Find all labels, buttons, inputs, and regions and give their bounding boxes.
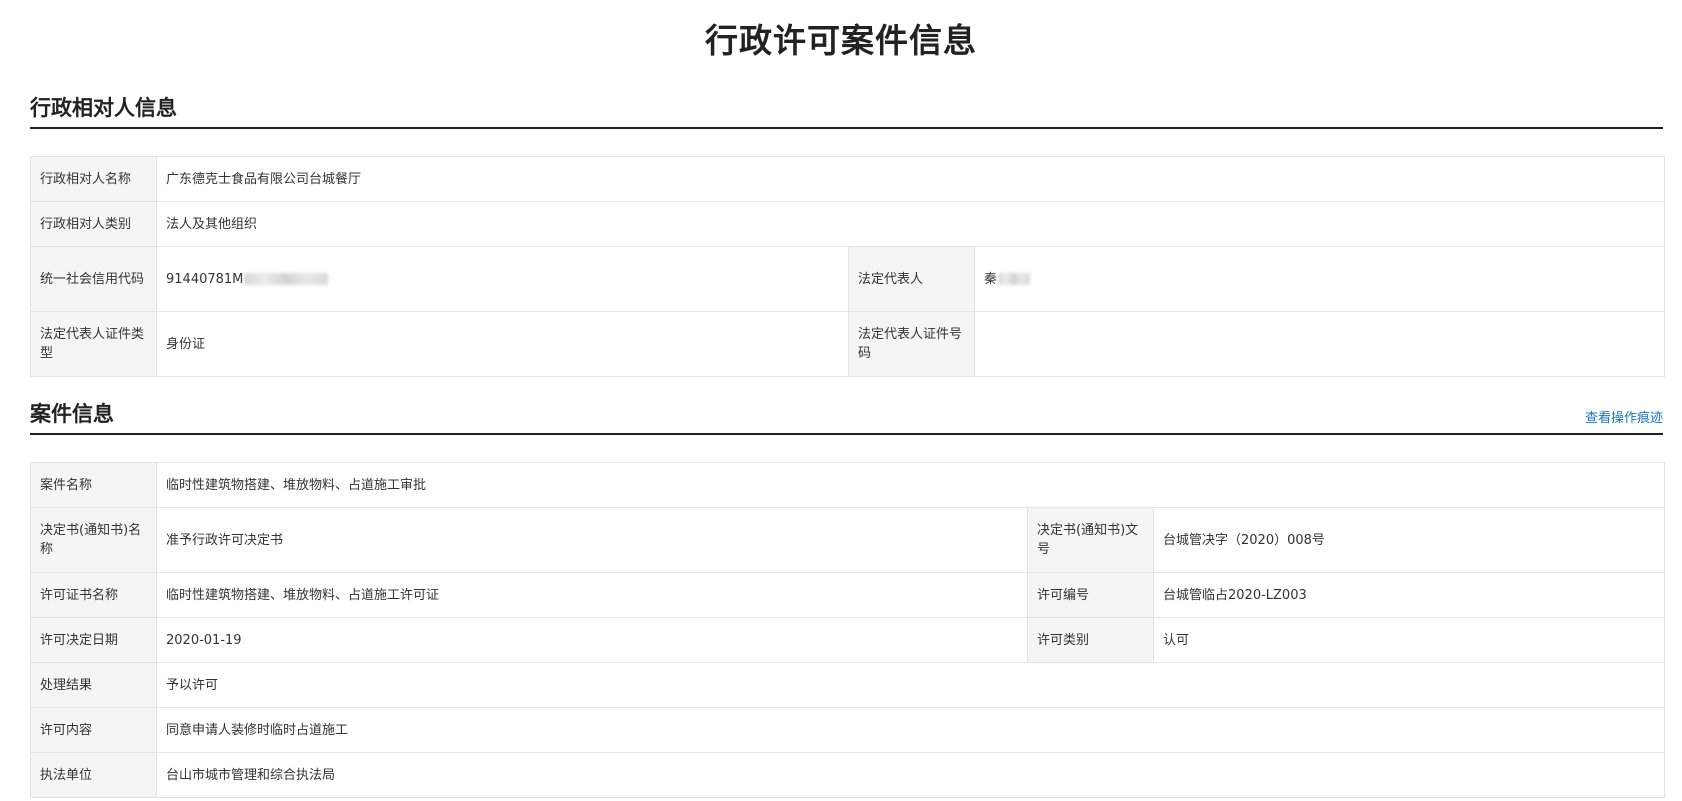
party-section-header: 行政相对人信息 xyxy=(30,95,1663,129)
decision-date-label: 许可决定日期 xyxy=(30,617,157,663)
credit-code-value: 91440781M xyxy=(166,271,244,287)
party-name-value: 广东德克士食品有限公司台城餐厅 xyxy=(155,156,1666,202)
table-row: 行政相对人名称 广东德克士食品有限公司台城餐厅 xyxy=(30,156,1666,202)
case-section-title: 案件信息 xyxy=(30,402,114,426)
decision-date-value: 2020-01-19 xyxy=(156,617,1028,663)
party-category-value: 法人及其他组织 xyxy=(155,201,1666,247)
party-name-label: 行政相对人名称 xyxy=(30,156,157,202)
result-label: 处理结果 xyxy=(30,662,157,708)
decision-name-label: 决定书(通知书)名称 xyxy=(30,507,157,573)
enforcement-unit-value: 台山市城市管理和综合执法局 xyxy=(155,752,1666,798)
case-info-table: 案件名称 临时性建筑物搭建、堆放物料、占道施工审批 决定书(通知书)名称 准予行… xyxy=(30,462,1666,798)
party-info-table: 行政相对人名称 广东德克士食品有限公司台城餐厅 行政相对人类别 法人及其他组织 … xyxy=(30,156,1666,377)
decision-name-value: 准予行政许可决定书 xyxy=(156,507,1028,573)
id-number-value xyxy=(973,311,1666,377)
id-number-label: 法定代表人证件号码 xyxy=(848,311,975,377)
table-row: 案件名称 临时性建筑物搭建、堆放物料、占道施工审批 xyxy=(30,462,1666,508)
license-content-value: 同意申请人装修时临时占道施工 xyxy=(155,707,1666,753)
result-value: 予以许可 xyxy=(155,662,1666,708)
license-number-label: 许可编号 xyxy=(1027,572,1154,618)
table-row: 执法单位 台山市城市管理和综合执法局 xyxy=(30,752,1666,798)
license-name-label: 许可证书名称 xyxy=(30,572,157,618)
license-type-value: 认可 xyxy=(1152,617,1666,663)
table-row: 许可证书名称 临时性建筑物搭建、堆放物料、占道施工许可证 许可编号 台城管临占2… xyxy=(30,572,1666,618)
legal-rep-value: 秦 xyxy=(984,271,998,287)
page: 行政许可案件信息 行政相对人信息 行政相对人名称 广东德克士食品有限公司台城餐厅… xyxy=(0,0,1682,801)
table-row: 法定代表人证件类型 身份证 法定代表人证件号码 xyxy=(30,311,1666,377)
license-type-label: 许可类别 xyxy=(1027,617,1154,663)
table-row: 行政相对人类别 法人及其他组织 xyxy=(30,201,1666,247)
party-category-label: 行政相对人类别 xyxy=(30,201,157,247)
id-type-value: 身份证 xyxy=(156,311,849,377)
id-type-label: 法定代表人证件类型 xyxy=(30,311,157,377)
table-row: 统一社会信用代码 91440781M 法定代表人 秦 xyxy=(30,246,1666,312)
table-row: 处理结果 予以许可 xyxy=(30,662,1666,708)
page-title: 行政许可案件信息 xyxy=(705,21,977,60)
case-name-value: 临时性建筑物搭建、堆放物料、占道施工审批 xyxy=(155,462,1666,508)
credit-code-cell: 91440781M xyxy=(156,246,849,312)
legal-rep-label: 法定代表人 xyxy=(848,246,975,312)
license-name-value: 临时性建筑物搭建、堆放物料、占道施工许可证 xyxy=(156,572,1028,618)
decision-number-value: 台城管决字（2020）008号 xyxy=(1152,507,1666,573)
legal-rep-cell: 秦 xyxy=(973,246,1666,312)
table-row: 许可决定日期 2020-01-19 许可类别 认可 xyxy=(30,617,1666,663)
table-row: 许可内容 同意申请人装修时临时占道施工 xyxy=(30,707,1666,753)
table-row: 决定书(通知书)名称 准予行政许可决定书 决定书(通知书)文号 台城管决字（20… xyxy=(30,507,1666,573)
redaction-blur xyxy=(998,273,1031,285)
view-operation-trace-link[interactable]: 查看操作痕迹 xyxy=(1585,407,1663,426)
case-name-label: 案件名称 xyxy=(30,462,157,508)
enforcement-unit-label: 执法单位 xyxy=(30,752,157,798)
license-content-label: 许可内容 xyxy=(30,707,157,753)
redaction-blur xyxy=(244,273,329,285)
decision-number-label: 决定书(通知书)文号 xyxy=(1027,507,1154,573)
license-number-value: 台城管临占2020-LZ003 xyxy=(1152,572,1666,618)
party-section-title: 行政相对人信息 xyxy=(30,96,177,120)
case-section-header: 案件信息 查看操作痕迹 xyxy=(30,401,1663,435)
credit-code-label: 统一社会信用代码 xyxy=(30,246,157,312)
